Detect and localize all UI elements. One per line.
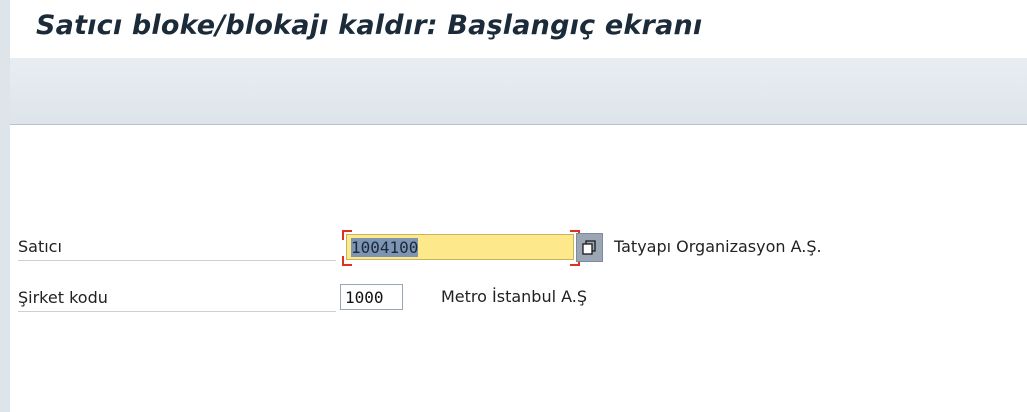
- title-bar: Satıcı bloke/blokajı kaldır: Başlangıç e…: [10, 0, 1027, 58]
- company-code-input-value: 1000: [345, 288, 384, 307]
- vendor-input-value: 1004100: [351, 238, 419, 257]
- value-help-icon: [582, 240, 596, 255]
- window-left-edge: [0, 0, 10, 412]
- selection-screen: Satıcı Şirket kodu 1004100 Tatyapı Organ…: [10, 125, 1027, 412]
- company-code-input[interactable]: 1000: [340, 284, 403, 310]
- vendor-label: Satıcı: [18, 234, 336, 261]
- vendor-input[interactable]: 1004100: [346, 234, 574, 260]
- value-help-button[interactable]: [576, 233, 603, 262]
- application-toolbar: [10, 58, 1027, 125]
- page-title: Satıcı bloke/blokajı kaldır: Başlangıç e…: [36, 10, 703, 41]
- vendor-description: Tatyapı Organizasyon A.Ş.: [614, 237, 822, 256]
- company-code-description: Metro İstanbul A.Ş: [441, 287, 588, 306]
- company-code-label: Şirket kodu: [18, 285, 336, 312]
